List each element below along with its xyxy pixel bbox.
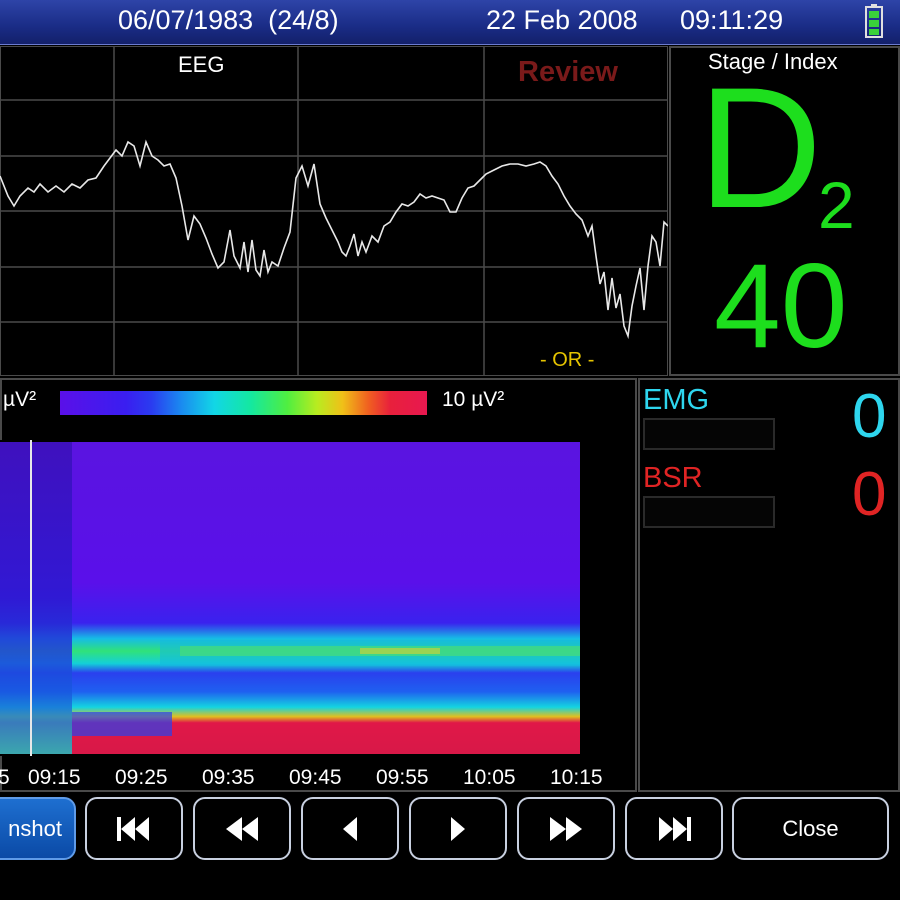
- rewind-icon: [226, 816, 258, 841]
- depth-index-value: 40: [714, 239, 848, 373]
- skip-to-end-icon: [659, 816, 691, 841]
- step-back-button[interactable]: [301, 797, 399, 860]
- fast-forward-icon: [550, 816, 582, 841]
- time-tick: 5: [0, 766, 10, 789]
- sleep-stage-subscript: 2: [818, 168, 855, 242]
- status-bar: 06/07/1983 (24/8) 22 Feb 2008 09:11:29: [0, 0, 900, 45]
- skip-to-start-icon: [117, 816, 149, 841]
- eeg-panel: [0, 46, 668, 376]
- time-tick: 10:05: [463, 766, 516, 789]
- time-tick: 09:15: [28, 766, 81, 789]
- bsr-level-bar: [643, 496, 775, 528]
- review-mode-label: Review: [518, 56, 618, 88]
- eeg-trace-chart: [0, 46, 668, 376]
- battery-icon: [865, 4, 883, 38]
- sleep-stage-letter: D: [698, 52, 823, 244]
- time-tick: 09:55: [376, 766, 429, 789]
- play-button[interactable]: [409, 797, 507, 860]
- emg-value: 0: [852, 382, 887, 451]
- eeg-label: EEG: [178, 52, 225, 77]
- time-tick: 09:25: [115, 766, 168, 789]
- emg-level-bar: [643, 418, 775, 450]
- time-tick: 10:15: [550, 766, 603, 789]
- emg-label: EMG: [643, 384, 710, 416]
- bsr-label: BSR: [643, 462, 703, 494]
- close-button-label: Close: [782, 815, 839, 841]
- play-icon: [451, 816, 465, 841]
- color-scale-bar: [60, 391, 427, 415]
- rewind-button[interactable]: [193, 797, 291, 860]
- time-tick: 09:35: [202, 766, 255, 789]
- close-button[interactable]: Close: [732, 797, 889, 860]
- patient-birth-date: 06/07/1983 (24/8): [118, 5, 339, 35]
- color-scale-min-label: µV²: [3, 388, 37, 411]
- screenshot-button[interactable]: nshot: [0, 797, 76, 860]
- skip-to-end-button[interactable]: [625, 797, 723, 860]
- time-tick: 09:45: [289, 766, 342, 789]
- current-time: 09:11:29: [680, 5, 784, 35]
- or-marker-label: - OR -: [540, 349, 595, 371]
- screenshot-button-label: nshot: [8, 815, 62, 841]
- color-scale-max-label: 10 µV²: [442, 388, 505, 411]
- spectrogram-chart: [0, 440, 582, 756]
- fast-forward-button[interactable]: [517, 797, 615, 860]
- current-date: 22 Feb 2008: [486, 5, 638, 35]
- bsr-value: 0: [852, 460, 887, 529]
- skip-to-start-button[interactable]: [85, 797, 183, 860]
- step-back-icon: [343, 816, 357, 841]
